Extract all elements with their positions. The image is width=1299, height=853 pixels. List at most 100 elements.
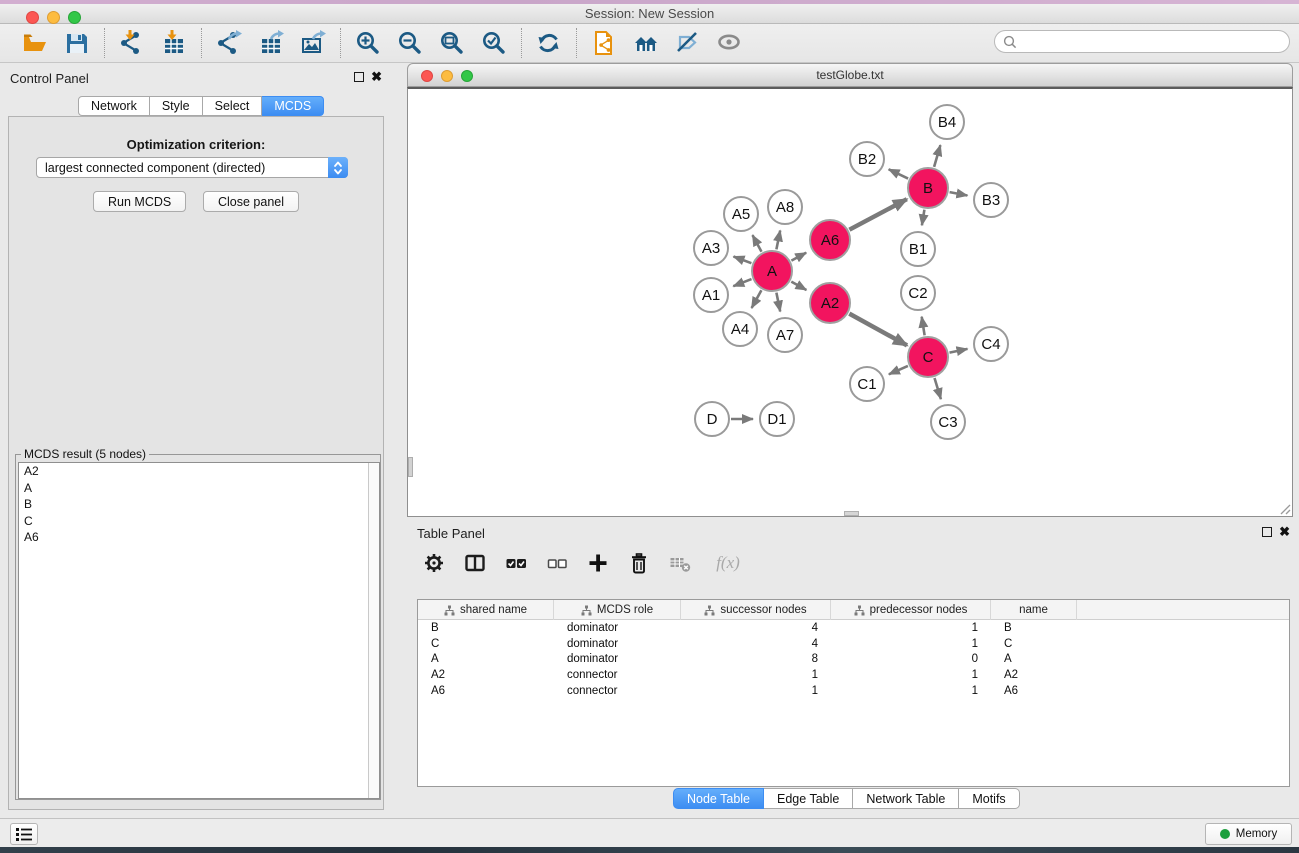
graph-node-A2[interactable]: A2 [809, 282, 851, 324]
graph-node-C3[interactable]: C3 [930, 404, 966, 440]
criterion-select[interactable]: largest connected component (directed) [36, 157, 348, 178]
tab-style[interactable]: Style [150, 96, 203, 116]
edge-A-A1[interactable] [733, 279, 751, 286]
graph-node-A3[interactable]: A3 [693, 230, 729, 266]
network-window-titlebar[interactable]: testGlobe.txt [407, 63, 1293, 87]
close-panel-icon[interactable]: ✖ [371, 72, 382, 82]
maximize-window-icon[interactable] [68, 11, 81, 24]
zoom-out-button[interactable] [393, 27, 427, 59]
network-minimize-icon[interactable] [441, 70, 453, 82]
edge-C-C4[interactable] [950, 349, 968, 353]
list-scrollbar[interactable] [368, 463, 379, 798]
delete-column-button[interactable] [626, 550, 652, 576]
edge-C-C2[interactable] [922, 317, 925, 336]
delete-table-button[interactable] [667, 550, 693, 576]
table-row[interactable]: A6connector11A6 [418, 683, 1289, 699]
export-table-button[interactable] [254, 27, 288, 59]
graph-node-C[interactable]: C [907, 336, 949, 378]
mcds-result-item[interactable]: A2 [19, 463, 379, 480]
import-network-file-button[interactable] [115, 27, 149, 59]
edge-A-A5[interactable] [753, 235, 762, 252]
resize-grip-icon[interactable] [1277, 501, 1291, 515]
column-header-MCDS-role[interactable]: MCDS role [554, 600, 681, 620]
column-header-predecessor-nodes[interactable]: predecessor nodes [831, 600, 991, 620]
edge-B-B3[interactable] [950, 192, 968, 195]
network-maximize-icon[interactable] [461, 70, 473, 82]
split-view-button[interactable] [462, 550, 488, 576]
graph-node-D1[interactable]: D1 [759, 401, 795, 437]
file-network-button[interactable] [587, 27, 621, 59]
export-image-button[interactable] [296, 27, 330, 59]
minimize-window-icon[interactable] [47, 11, 60, 24]
mcds-result-item[interactable]: B [19, 496, 379, 513]
float-table-panel-icon[interactable] [1262, 527, 1272, 537]
show-graphics-details-button[interactable] [713, 27, 747, 59]
apply-preferred-layout-button[interactable] [532, 27, 566, 59]
open-session-button[interactable] [18, 27, 52, 59]
memory-button[interactable]: Memory [1205, 823, 1292, 845]
tab-network-table[interactable]: Network Table [853, 788, 959, 809]
mcds-result-item[interactable]: C [19, 513, 379, 530]
search-input[interactable] [1022, 35, 1281, 49]
edge-A-A6[interactable] [791, 253, 806, 261]
column-header-name[interactable]: name [991, 600, 1077, 620]
zoom-fit-content-button[interactable] [435, 27, 469, 59]
zoom-in-button[interactable] [351, 27, 385, 59]
edge-C-C1[interactable] [889, 366, 908, 374]
graph-node-B4[interactable]: B4 [929, 104, 965, 140]
edge-A2-C[interactable] [849, 314, 907, 346]
graph-node-B[interactable]: B [907, 167, 949, 209]
mcds-result-item[interactable]: A6 [19, 529, 379, 546]
edge-A6-B[interactable] [849, 199, 906, 230]
float-panel-icon[interactable] [354, 72, 364, 82]
graph-node-C1[interactable]: C1 [849, 366, 885, 402]
search-box[interactable] [994, 30, 1290, 53]
select-all-button[interactable] [503, 550, 529, 576]
task-history-button[interactable] [10, 823, 38, 845]
run-mcds-button[interactable]: Run MCDS [93, 191, 186, 212]
close-window-icon[interactable] [26, 11, 39, 24]
tab-select[interactable]: Select [203, 96, 263, 116]
table-row[interactable]: Bdominator41B [418, 620, 1289, 636]
graph-node-A7[interactable]: A7 [767, 317, 803, 353]
table-row[interactable]: Adominator80A [418, 652, 1289, 668]
tab-node-table[interactable]: Node Table [673, 788, 764, 809]
horizontal-scrollbar-thumb[interactable] [844, 511, 859, 516]
graph-node-A6[interactable]: A6 [809, 219, 851, 261]
tab-network[interactable]: Network [78, 96, 150, 116]
edge-A-A8[interactable] [776, 231, 780, 250]
table-row[interactable]: A2connector11A2 [418, 667, 1289, 683]
edge-A-A2[interactable] [791, 282, 806, 290]
graph-node-A4[interactable]: A4 [722, 311, 758, 347]
graph-node-B1[interactable]: B1 [900, 231, 936, 267]
graph-node-A1[interactable]: A1 [693, 277, 729, 313]
hide-labels-button[interactable] [671, 27, 705, 59]
network-close-icon[interactable] [421, 70, 433, 82]
column-header-successor-nodes[interactable]: successor nodes [681, 600, 831, 620]
table-row[interactable]: Cdominator41C [418, 636, 1289, 652]
tab-mcds[interactable]: MCDS [262, 96, 324, 116]
add-column-button[interactable] [585, 550, 611, 576]
function-builder-button[interactable]: f(x) [708, 550, 748, 576]
graph-node-A5[interactable]: A5 [723, 196, 759, 232]
network-canvas[interactable]: B4B2BB3A5A8A6A3B1AC2A1A2A4A7C4CC1C3DD1 [407, 87, 1293, 517]
close-panel-button[interactable]: Close panel [203, 191, 299, 212]
mcds-result-list[interactable]: A2ABCA6 [18, 462, 380, 799]
edge-B-B1[interactable] [922, 210, 925, 226]
save-session-button[interactable] [60, 27, 94, 59]
edge-B-B4[interactable] [934, 145, 940, 167]
mcds-result-item[interactable]: A [19, 480, 379, 497]
graph-node-D[interactable]: D [694, 401, 730, 437]
close-table-panel-icon[interactable]: ✖ [1279, 527, 1290, 537]
edge-A-A3[interactable] [734, 257, 752, 264]
edge-A-A7[interactable] [776, 293, 780, 312]
edge-B-B2[interactable] [889, 169, 908, 178]
graph-node-B3[interactable]: B3 [973, 182, 1009, 218]
tab-motifs[interactable]: Motifs [959, 788, 1019, 809]
table-settings-button[interactable] [421, 550, 447, 576]
double-house-button[interactable] [629, 27, 663, 59]
vertical-scrollbar-thumb[interactable] [408, 457, 413, 477]
import-table-file-button[interactable] [157, 27, 191, 59]
column-header-shared-name[interactable]: shared name [418, 600, 554, 620]
graph-node-C2[interactable]: C2 [900, 275, 936, 311]
